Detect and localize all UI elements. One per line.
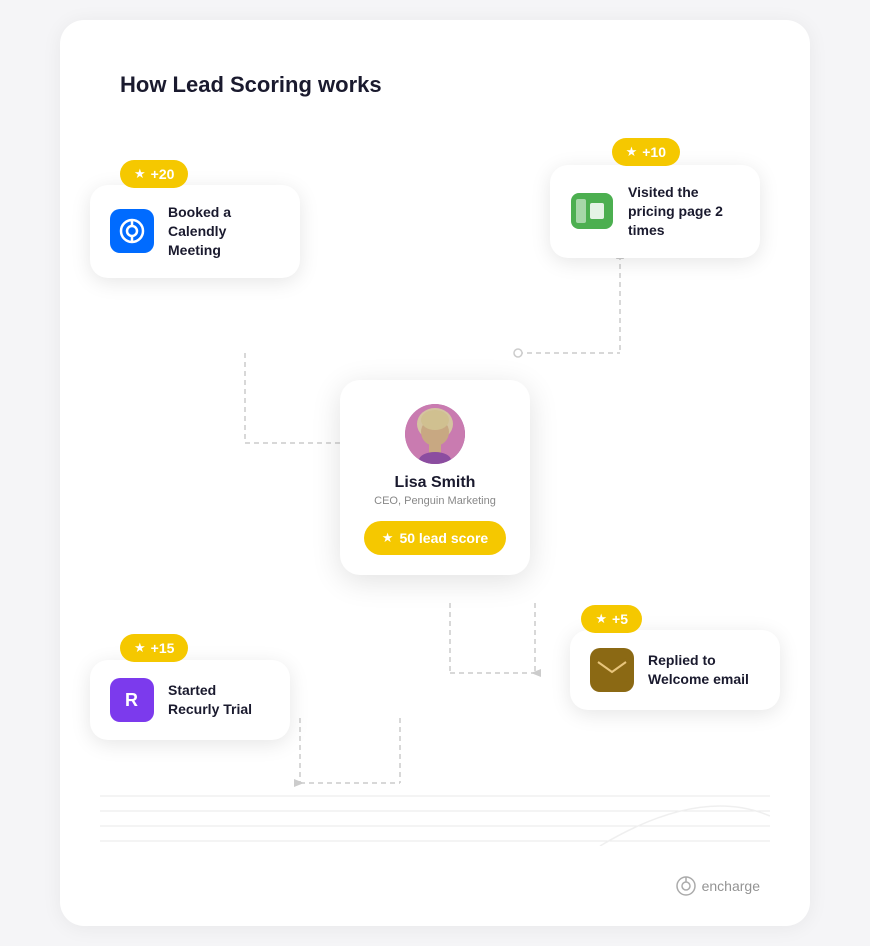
contact-role: CEO, Penguin Marketing [374, 495, 496, 507]
bottom-decorative-lines [100, 786, 770, 846]
pricing-score-value: +10 [642, 144, 666, 160]
lead-score-text: 50 lead score [399, 530, 488, 546]
pricing-score-badge: ★ +10 [612, 138, 680, 166]
calendly-card: Booked a Calendly Meeting [90, 185, 300, 278]
encharge-label: encharge [702, 878, 760, 894]
star-icon-4: ★ [595, 611, 607, 627]
star-icon: ★ [134, 166, 146, 182]
recurly-card: R Started Recurly Trial [90, 660, 290, 740]
lead-score-star: ★ [382, 530, 394, 546]
email-score-badge: ★ +5 [581, 605, 642, 633]
pricing-icon [570, 189, 614, 233]
lead-score-button[interactable]: ★ 50 lead score [364, 521, 506, 555]
pricing-card: Visited the pricing page 2 times [550, 165, 760, 258]
calendly-score-badge: ★ +20 [120, 160, 188, 188]
white-card: How Lead Scoring works [60, 20, 810, 926]
email-card-text: Replied to Welcome email [648, 651, 760, 689]
pricing-card-text: Visited the pricing page 2 times [628, 183, 740, 240]
contact-avatar [405, 404, 465, 464]
star-icon-2: ★ [626, 144, 638, 160]
contact-name: Lisa Smith [395, 474, 476, 492]
recurly-card-text: Started Recurly Trial [168, 681, 270, 719]
email-score-value: +5 [612, 611, 628, 627]
encharge-logo-icon [676, 876, 696, 896]
page-title: How Lead Scoring works [120, 72, 382, 98]
recurly-icon: R [110, 678, 154, 722]
recurly-score-value: +15 [151, 640, 175, 656]
star-icon-3: ★ [134, 640, 146, 656]
calendly-score-value: +20 [151, 166, 175, 182]
recurly-score-badge: ★ +15 [120, 634, 188, 662]
email-icon [590, 648, 634, 692]
encharge-brand: encharge [676, 876, 760, 896]
calendly-icon [110, 209, 154, 253]
contact-card: Lisa Smith CEO, Penguin Marketing ★ 50 l… [340, 380, 530, 575]
email-card: Replied to Welcome email [570, 630, 780, 710]
calendly-card-text: Booked a Calendly Meeting [168, 203, 280, 260]
page-container: How Lead Scoring works [0, 0, 870, 946]
svg-text:R: R [125, 690, 138, 710]
